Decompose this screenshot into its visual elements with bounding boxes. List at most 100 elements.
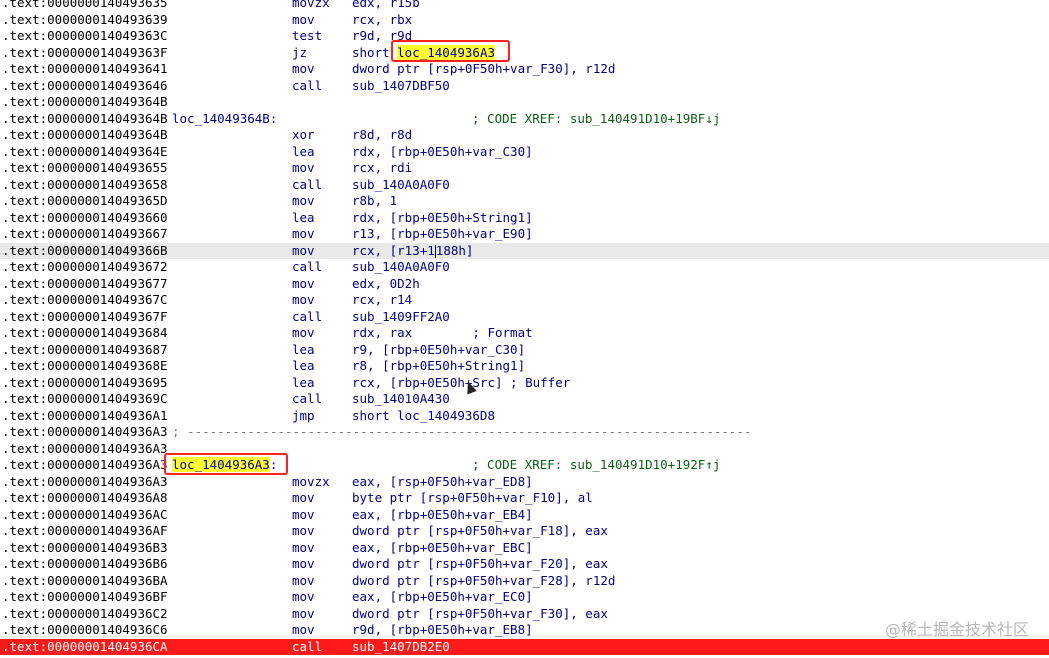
operands[interactable]: byte ptr [rsp+0F50h+var_F10], al bbox=[352, 490, 593, 507]
code-line[interactable]: .text:0000000140493658 call sub_140A0A0F0 bbox=[0, 177, 1049, 194]
code-line[interactable]: .text:00000001404936A1 jmp short loc_14049… bbox=[0, 408, 1049, 425]
address: .text:0000000140493677 bbox=[2, 275, 168, 291]
operands[interactable]: r8b, 1 bbox=[352, 193, 397, 210]
operands[interactable]: dword ptr [rsp+0F50h+var_F20], eax bbox=[352, 556, 608, 573]
address: .text:0000000140493641 bbox=[2, 61, 168, 76]
operands[interactable]: eax, [rsp+0F50h+var_ED8] bbox=[352, 474, 533, 491]
operands[interactable]: rcx, rbx bbox=[352, 12, 412, 29]
code-line[interactable]: .text:0000000140493655 mov rcx, rdi bbox=[0, 160, 1049, 177]
mnemonic: mov bbox=[292, 490, 315, 505]
highlighted-operand[interactable]: loc_1404936A3 bbox=[397, 44, 495, 60]
code-line[interactable]: .text:000000014049369C call sub_14010A430 bbox=[0, 391, 1049, 408]
current-line[interactable]: .text:000000014049366B mov rcx, [r13+1188h… bbox=[0, 242, 1049, 260]
operands[interactable]: r8d, r8d bbox=[352, 127, 412, 144]
code-line[interactable]: .text:00000001404936B6 mov dword ptr [rsp+… bbox=[0, 556, 1049, 573]
code-line[interactable]: .text:00000001404936AF mov dword ptr [rsp+… bbox=[0, 523, 1049, 540]
operands[interactable]: r8, [rbp+0E50h+String1] bbox=[352, 358, 525, 375]
code-label[interactable]: loc_14049364B: bbox=[172, 111, 277, 128]
operands[interactable]: dword ptr [rsp+0F50h+var_F30], r12d bbox=[352, 61, 615, 78]
mnemonic: lea bbox=[292, 209, 315, 225]
address: .text:00000001404936A3 bbox=[2, 473, 168, 489]
code-line[interactable]: .text:00000001404936A3 ; ----------------… bbox=[0, 424, 1049, 441]
operands[interactable]: sub_140A0A0F0 bbox=[352, 259, 450, 276]
code-line[interactable]: .text:00000001404936A3 bbox=[0, 441, 1049, 458]
code-label[interactable]: loc_1404936A3: bbox=[172, 457, 277, 474]
operands[interactable]: r9d, [rbp+0E50h+var_EB8] bbox=[352, 622, 533, 639]
operands[interactable]: rcx, r14 bbox=[352, 292, 412, 309]
breakpoint-line[interactable]: .text:00000001404936CA call sub_1407DB2E0 bbox=[0, 638, 1049, 656]
operands[interactable]: eax, [rbp+0E50h+var_EC0] bbox=[352, 589, 533, 606]
code-line[interactable]: .text:0000000140493684 mov rdx, rax ; Form… bbox=[0, 325, 1049, 342]
code-line[interactable]: .text:000000014049363C test r9d, r9d bbox=[0, 28, 1049, 45]
code-line[interactable]: .text:0000000140493667 mov r13, [rbp+0E50h… bbox=[0, 226, 1049, 243]
operands[interactable]: r9d, r9d bbox=[352, 28, 412, 45]
operands[interactable]: rcx, [rbp+0E50h+Src] ; Buffer bbox=[352, 375, 570, 392]
code-line[interactable]: .text:0000000140493672 call sub_140A0A0F0 bbox=[0, 259, 1049, 276]
address: .text:00000001404936BF bbox=[2, 589, 168, 604]
operands[interactable]: dword ptr [rsp+0F50h+var_F28], r12d bbox=[352, 573, 615, 590]
code-line[interactable]: .text:000000014049364B loc_14049364B: ; CO… bbox=[0, 111, 1049, 128]
address: .text:000000014049367F bbox=[2, 308, 168, 324]
code-line[interactable]: .text:00000001404936A8 mov byte ptr [rsp+0… bbox=[0, 490, 1049, 507]
operands[interactable]: sub_140A0A0F0 bbox=[352, 177, 450, 194]
operand-text: sub_140A0A0F0 bbox=[352, 176, 450, 192]
xref-comment[interactable]: ; CODE XREF: sub_140491D10+19BF↓j bbox=[472, 111, 720, 128]
address: .text:000000014049368E bbox=[2, 358, 168, 373]
code-line[interactable]: .text:0000000140493641 mov dword ptr [rsp+… bbox=[0, 61, 1049, 78]
code-line[interactable]: .text:0000000140493677 mov edx, 0D2h bbox=[0, 276, 1049, 293]
operands[interactable]: eax, [rbp+0E50h+var_EBC] bbox=[352, 540, 533, 557]
mnemonic: lea bbox=[292, 143, 315, 159]
code-line[interactable]: .text:0000000140493695 lea rcx, [rbp+0E50h… bbox=[0, 375, 1049, 392]
operands[interactable]: rdx, [rbp+0E50h+var_C30] bbox=[352, 144, 533, 161]
code-line[interactable]: .text:000000014049364B bbox=[0, 94, 1049, 111]
code-line[interactable]: .text:0000000140493646 call sub_1407DBF50 bbox=[0, 78, 1049, 95]
operands[interactable]: rdx, [rbp+0E50h+String1] bbox=[352, 210, 533, 227]
code-line[interactable]: .text:00000001404936AC mov eax, [rbp+0E50h… bbox=[0, 507, 1049, 524]
code-line[interactable]: .text:0000000140493660 lea rdx, [rbp+0E50h… bbox=[0, 210, 1049, 227]
operand-text: rcx, r14 bbox=[352, 292, 413, 307]
code-line[interactable]: .text:000000014049364E lea rdx, [rbp+0E50h… bbox=[0, 144, 1049, 161]
code-line[interactable]: .text:00000001404936A3 movzx eax, [rsp+0F5… bbox=[0, 474, 1049, 491]
code-line[interactable]: .text:000000014049365D mov r8b, 1 bbox=[0, 193, 1049, 210]
code-line[interactable]: .text:00000001404936B3 mov eax, [rbp+0E50h… bbox=[0, 540, 1049, 557]
address: .text:000000014049365D bbox=[2, 193, 168, 208]
operands[interactable]: eax, [rbp+0E50h+var_EB4] bbox=[352, 507, 533, 524]
code-line[interactable]: .text:000000014049363F jz short loc_140493… bbox=[0, 44, 1049, 62]
operands[interactable]: sub_1409FF2A0 bbox=[352, 309, 450, 326]
address: .text:0000000140493655 bbox=[2, 160, 168, 175]
operands[interactable]: sub_14010A430 bbox=[352, 391, 450, 408]
code-line[interactable]: .text:000000014049368E lea r8, [rbp+0E50h+… bbox=[0, 358, 1049, 375]
operand-text: r8b, 1 bbox=[352, 193, 398, 208]
operands[interactable]: sub_1407DB2E0 bbox=[352, 639, 450, 656]
code-line[interactable]: .text:000000014049367F call sub_1409FF2A0 bbox=[0, 309, 1049, 326]
operand-text: edx, r15b bbox=[352, 0, 420, 10]
operands[interactable]: r9, [rbp+0E50h+var_C30] bbox=[352, 342, 525, 359]
address: .text:000000014049363C bbox=[2, 28, 168, 43]
address: .text:000000014049364B bbox=[2, 127, 168, 142]
operands[interactable]: edx, 0D2h bbox=[352, 276, 420, 293]
operands[interactable]: short loc_1404936D8 bbox=[352, 408, 495, 425]
code-line[interactable]: .text:0000000140493687 lea r9, [rbp+0E50h+… bbox=[0, 342, 1049, 359]
address: .text:000000014049367C bbox=[2, 292, 168, 307]
operand-text: dword ptr [rsp+0F50h+var_F30], r12d bbox=[352, 61, 616, 76]
operand-text: rcx, rbx bbox=[352, 11, 413, 27]
code-line[interactable]: .text:00000001404936A3 loc_1404936A3: ; CO… bbox=[0, 457, 1049, 474]
operands[interactable]: rcx, [r13+1188h] bbox=[352, 243, 473, 260]
operands[interactable]: edx, r15b bbox=[352, 0, 420, 12]
disassembly-listing[interactable]: .text:0000000140493635 movzx edx, r15b .tex… bbox=[0, 0, 1049, 655]
highlighted-label[interactable]: loc_1404936A3 bbox=[172, 457, 270, 472]
operands[interactable]: sub_1407DBF50 bbox=[352, 78, 450, 95]
code-line[interactable]: .text:0000000140493635 movzx edx, r15b bbox=[0, 0, 1049, 12]
operands[interactable]: dword ptr [rsp+0F50h+var_F18], eax bbox=[352, 523, 608, 540]
code-line[interactable]: .text:00000001404936BA mov dword ptr [rsp+… bbox=[0, 573, 1049, 590]
operands[interactable]: short loc_1404936A3 bbox=[352, 44, 495, 62]
operands[interactable]: rcx, rdi bbox=[352, 160, 412, 177]
code-line[interactable]: .text:0000000140493639 mov rcx, rbx bbox=[0, 12, 1049, 29]
operands[interactable]: dword ptr [rsp+0F50h+var_F30], eax bbox=[352, 606, 608, 623]
code-line[interactable]: .text:000000014049367C mov rcx, r14 bbox=[0, 292, 1049, 309]
code-line[interactable]: .text:00000001404936BF mov eax, [rbp+0E50h… bbox=[0, 589, 1049, 606]
operands[interactable]: r13, [rbp+0E50h+var_E90] bbox=[352, 226, 533, 243]
code-line[interactable]: .text:000000014049364B xor r8d, r8d bbox=[0, 127, 1049, 144]
operands[interactable]: rdx, rax ; Format bbox=[352, 325, 533, 342]
xref-comment[interactable]: ; CODE XREF: sub_140491D10+192F↑j bbox=[472, 457, 720, 474]
